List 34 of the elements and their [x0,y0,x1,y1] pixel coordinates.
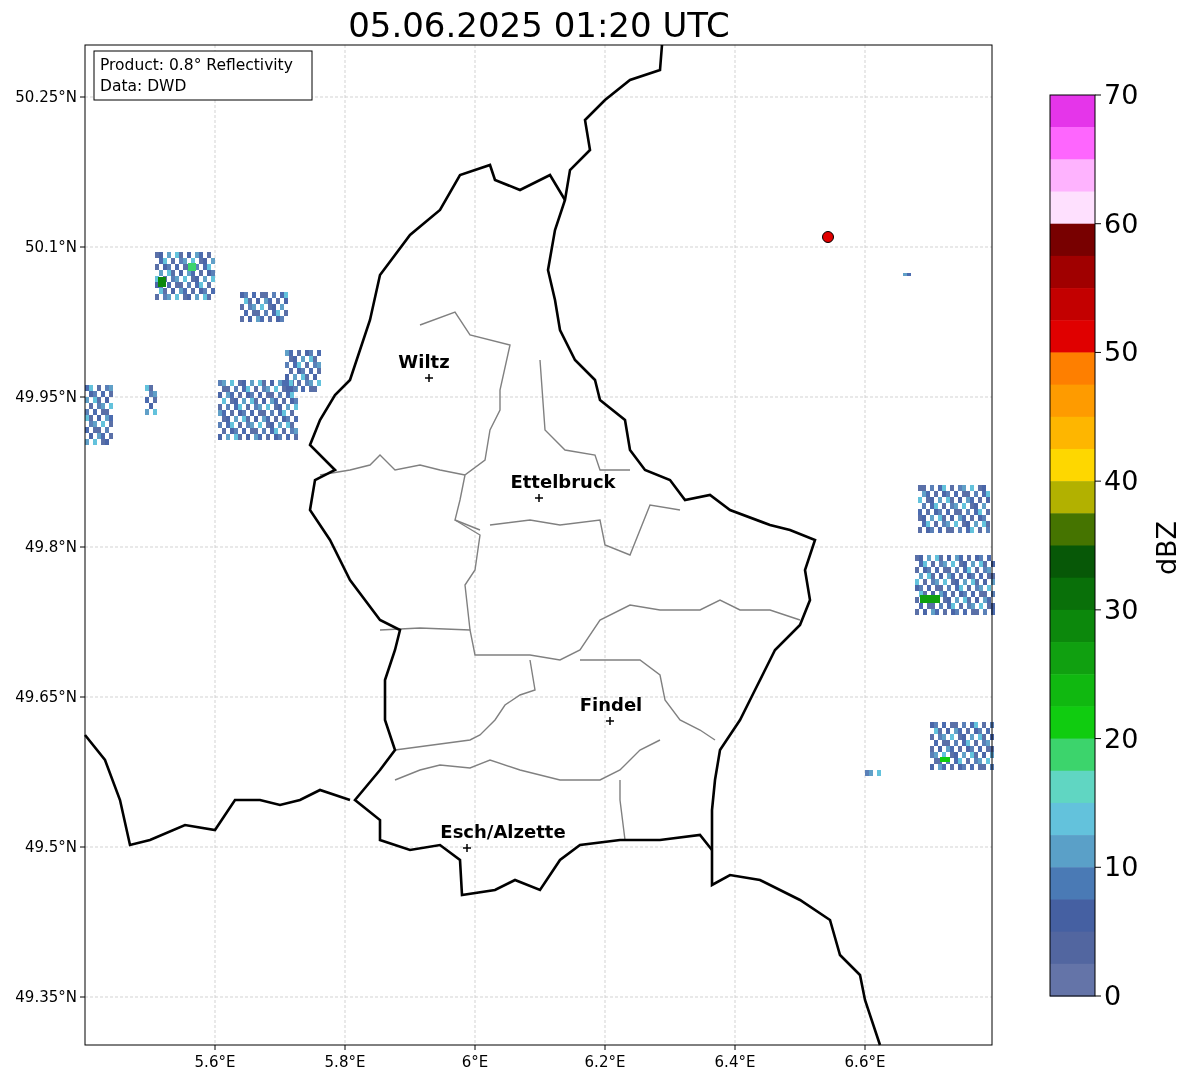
colorbar-label: dBZ [1150,520,1182,576]
axis-tick-label: 6.6°E [844,1053,886,1071]
chart-title: 05.06.2025 01:20 UTC [348,5,730,45]
city-marker-icon [424,373,434,383]
axis-tick-label: 50.25°N [15,88,77,106]
colorbar-tick-label: 30 [1104,593,1139,625]
axis-tick-label: 50.1°N [24,238,77,256]
axis-tick-label: 6.4°E [714,1053,756,1071]
info-text: Product: 0.8° Reflectivity [100,56,293,74]
info-text: Data: DWD [100,77,187,95]
colorbar-tick-label: 50 [1104,336,1139,368]
axis-tick-label: 5.6°E [194,1053,236,1071]
city-marker-icon [534,493,544,503]
axis-tick-label: 6°E [461,1053,489,1071]
colorbar-tick-label: 40 [1104,465,1139,497]
axis-tick-label: 49.8°N [24,538,77,556]
city-marker-icon [462,843,472,853]
axis-tick-label: 49.65°N [15,688,77,706]
city-label: Ettelbruck [510,471,616,492]
axis-tick-label: 5.8°E [324,1053,366,1071]
colorbar-tick-label: 60 [1104,207,1139,239]
city-label: Esch/Alzette [440,821,566,842]
axis-tick-label: 6.2°E [584,1053,626,1071]
axis-tick-label: 49.95°N [15,388,77,406]
colorbar-tick-label: 20 [1104,722,1139,754]
colorbar-tick-label: 0 [1104,980,1122,1011]
location-marker [822,231,834,243]
city-label: Findel [579,694,643,715]
colorbar-tick-label: 10 [1104,851,1139,883]
axis-tick-label: 49.35°N [15,988,77,1006]
city-marker-icon [605,716,615,726]
colorbar-tick-label: 70 [1104,79,1139,110]
city-label: Wiltz [398,351,450,372]
axis-tick-label: 49.5°N [24,838,77,856]
